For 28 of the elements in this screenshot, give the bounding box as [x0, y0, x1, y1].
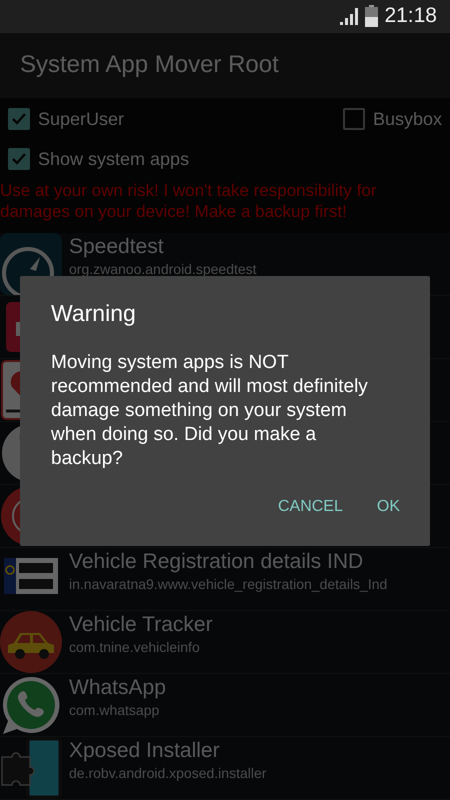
- battery-icon: [365, 5, 378, 27]
- package-name: de.robv.android.xposed.installer: [69, 765, 266, 781]
- signal-icon: [339, 6, 360, 26]
- app-name[interactable]: Vehicle Registration details IND: [69, 550, 388, 574]
- app-name[interactable]: Vehicle Tracker: [69, 613, 213, 637]
- app-name[interactable]: Xposed Installer: [69, 739, 266, 763]
- option-label[interactable]: Busybox: [372, 108, 442, 130]
- ok-button[interactable]: OK: [366, 490, 410, 524]
- package-name: com.whatsapp: [69, 702, 160, 718]
- package-name: com.tnine.vehicleinfo: [69, 639, 201, 655]
- status-time: 21:18: [384, 4, 437, 28]
- checkbox[interactable]: [8, 108, 30, 130]
- package-name: org.zwanoo.android.speedtest: [69, 261, 257, 277]
- checkbox[interactable]: [342, 108, 365, 130]
- app-name[interactable]: WhatsApp: [69, 676, 166, 700]
- cancel-button[interactable]: CANCEL: [268, 490, 353, 524]
- option-label[interactable]: Show system apps: [38, 148, 190, 170]
- app-title: System App Mover Root: [20, 51, 279, 79]
- app-name[interactable]: Speedtest: [69, 235, 257, 259]
- dialog-message: Moving system apps is NOT recommended and will most definitely damage something on your system when doing so. Did you make a backup?: [51, 351, 369, 471]
- package-name: in.navaratna9.www.vehicle_registration_details_Ind: [69, 576, 388, 592]
- risk-warning: Use at your own risk! I won't take responsibility for damages on your device! Make a backup first!: [0, 180, 378, 223]
- option-label[interactable]: SuperUser: [38, 108, 124, 130]
- dialog-title: Warning: [51, 300, 137, 327]
- check-icon: [11, 111, 27, 127]
- phone-bubble-icon: [0, 674, 62, 736]
- checkbox[interactable]: [8, 148, 30, 170]
- check-icon: [11, 151, 27, 167]
